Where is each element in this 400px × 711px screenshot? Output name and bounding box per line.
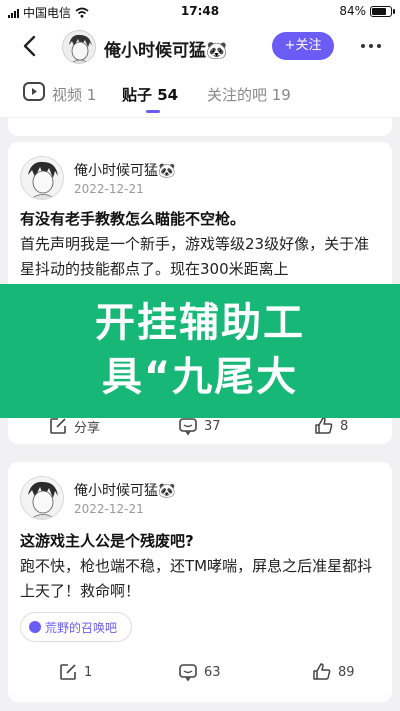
avatar-image [21,157,63,199]
like-count: 89 [338,664,355,680]
battery-icon [370,5,395,17]
comment-button[interactable]: 37 [178,416,221,436]
forum-tag-label: 荒野的召唤吧 [45,620,118,635]
tab-videos[interactable]: 视频 1 [52,84,96,105]
post-title: 有没有老手教教怎么瞄能不空枪。 [20,210,246,228]
comment-button[interactable]: 63 [178,662,221,682]
battery-level [372,7,387,15]
comment-count: 37 [204,418,221,434]
comment-icon [179,418,197,436]
comment-icon [179,664,197,682]
profile-tabs: 视频 1 贴子 54 关注的吧 19 [0,68,400,118]
share-count: 1 [84,664,93,680]
post-body: 首先声明我是一个新手，游戏等级23级好像，关于准星抖动的技能都点了。现在300米… [20,235,370,278]
post-date: 2022-12-21 [74,502,144,516]
share-label: 分享 [74,420,101,436]
like-button[interactable]: 89 [312,662,355,682]
share-button[interactable]: 分享 [48,416,100,436]
post-author-name[interactable]: 俺小时候可猛🐼 [74,480,175,500]
share-button[interactable]: 1 [58,662,92,682]
avatar[interactable] [62,30,96,64]
tab-followed-forums[interactable]: 关注的吧 19 [207,84,291,105]
overlay-line-2: 具“九尾大 [101,354,299,400]
follow-button[interactable]: +关注 [272,32,334,60]
profile-header: 俺小时候可猛🐼 +关注 [0,24,400,68]
post-author-avatar[interactable] [20,156,64,200]
more-options-icon[interactable] [356,36,386,56]
tab-posts[interactable]: 贴子 54 [122,84,178,105]
overlay-line-1: 开挂辅助工 [95,300,305,346]
overlay-banner: 开挂辅助工 具“九尾大 [0,284,400,418]
forum-tag[interactable]: 荒野的召唤吧 [20,612,133,642]
post-date: 2022-12-21 [74,182,144,196]
post-card[interactable]: 俺小时候可猛🐼 2022-12-21 这游戏主人公是个残废吧? 跑不快，枪也端不… [8,462,392,702]
status-bar: 中国电信 17:48 84% [0,0,400,24]
share-icon [50,418,66,434]
status-right: 84% [339,4,395,18]
avatar-image [21,477,63,519]
battery-percent: 84% [339,4,366,18]
like-count: 8 [340,418,349,434]
post-body: 跑不快，枪也端不稳，还TM哮喘，屏息之后准星都抖上天了！救命啊！ [20,557,373,600]
post-title: 这游戏主人公是个残废吧? [20,532,194,550]
post-author-avatar[interactable] [20,476,64,520]
forum-tag-icon [29,621,41,633]
previous-post-card [8,118,392,136]
comment-count: 63 [204,664,221,680]
header-user-name: 俺小时候可猛🐼 [104,41,228,61]
share-icon [60,664,76,680]
back-button[interactable] [18,33,44,59]
video-tab-icon[interactable] [22,80,46,104]
post-actions: 1 63 89 [8,658,392,688]
thumbs-up-icon [315,417,333,434]
thumbs-up-icon [313,663,331,680]
like-button[interactable]: 8 [314,416,348,436]
active-tab-indicator [146,110,160,113]
post-author-name[interactable]: 俺小时候可猛🐼 [74,160,175,180]
avatar-image [63,31,95,63]
